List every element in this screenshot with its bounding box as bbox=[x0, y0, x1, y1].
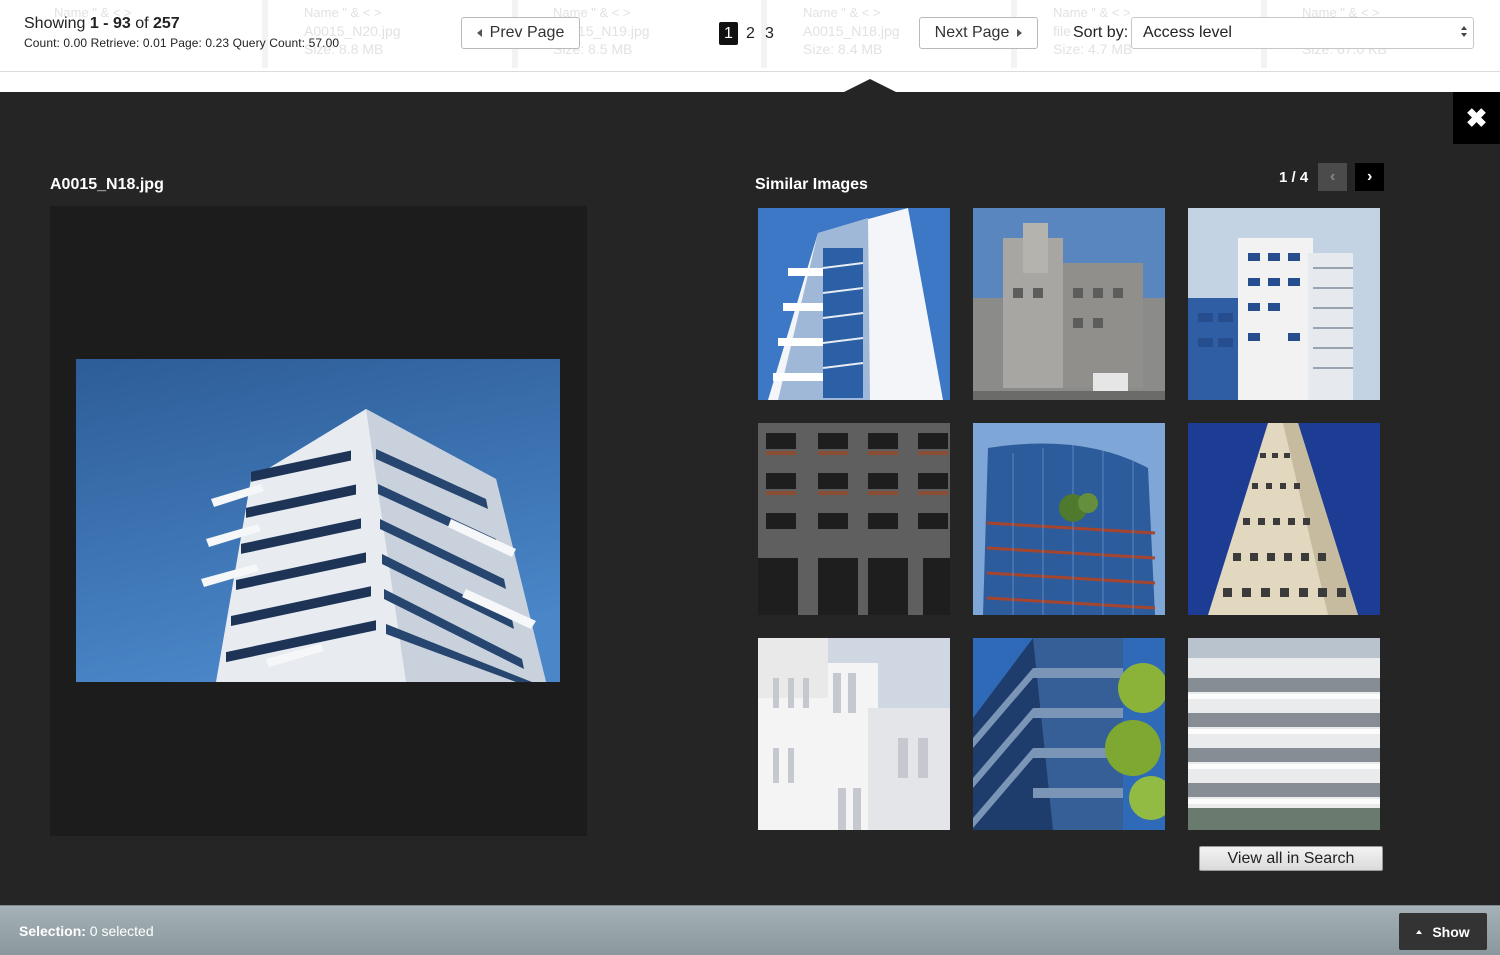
preview-frame bbox=[50, 206, 587, 836]
page-link-2[interactable]: 2 bbox=[744, 22, 757, 45]
page-link-3[interactable]: 3 bbox=[763, 22, 776, 45]
preview-pointer bbox=[844, 79, 896, 92]
query-stats: Count: 0.00 Retrieve: 0.01 Page: 0.23 Qu… bbox=[24, 36, 340, 50]
chevron-left-icon: ‹ bbox=[1330, 168, 1336, 185]
similar-image-thumb[interactable] bbox=[1188, 208, 1380, 400]
similar-image-thumb[interactable] bbox=[758, 423, 950, 615]
similar-image-thumb[interactable] bbox=[1188, 423, 1380, 615]
similar-page-indicator: 1 / 4 bbox=[1279, 168, 1309, 186]
caret-up-icon bbox=[1416, 929, 1423, 934]
similar-images-title: Similar Images bbox=[755, 176, 868, 193]
close-preview-button[interactable]: ✖ bbox=[1453, 92, 1500, 144]
preview-filename: A0015_N18.jpg bbox=[50, 176, 164, 193]
toolbar-gap bbox=[0, 72, 1500, 92]
close-icon: ✖ bbox=[1465, 102, 1488, 133]
chevron-right-icon: › bbox=[1367, 168, 1373, 185]
similar-image-thumb[interactable] bbox=[973, 208, 1165, 400]
caret-right-icon bbox=[1017, 29, 1023, 37]
prev-page-button[interactable]: Prev Page bbox=[461, 17, 580, 49]
results-toolbar: Name " & < > Name " & < > A0015_N20.jpg … bbox=[0, 0, 1500, 72]
view-all-in-search-button[interactable]: View all in Search bbox=[1199, 846, 1383, 871]
similar-image-thumb[interactable] bbox=[758, 208, 950, 400]
select-arrows-icon bbox=[1461, 26, 1467, 37]
next-page-button[interactable]: Next Page bbox=[919, 17, 1038, 49]
similar-images-grid bbox=[758, 208, 1382, 830]
page-link-1[interactable]: 1 bbox=[719, 22, 738, 45]
similar-prev-button[interactable]: ‹ bbox=[1318, 163, 1348, 191]
similar-image-thumb[interactable] bbox=[1188, 638, 1380, 830]
page-numbers: 1 2 3 bbox=[719, 22, 776, 45]
similar-next-button[interactable]: › bbox=[1355, 163, 1385, 191]
results-summary: Showing 1 - 93 of 257 Count: 0.00 Retrie… bbox=[24, 15, 339, 50]
sort-select[interactable]: Access level bbox=[1131, 17, 1474, 49]
preview-image[interactable] bbox=[76, 359, 560, 682]
show-selection-button[interactable]: Show bbox=[1399, 913, 1487, 950]
similar-image-thumb[interactable] bbox=[973, 638, 1165, 830]
selection-status: Selection: 0 selected bbox=[19, 923, 154, 939]
similar-image-thumb[interactable] bbox=[758, 638, 950, 830]
selection-bar: Selection: 0 selected Show bbox=[0, 905, 1500, 955]
sort-label: Sort by: bbox=[1073, 24, 1129, 41]
similar-pager: 1 / 4 ‹ › bbox=[1279, 163, 1385, 191]
caret-left-icon bbox=[476, 29, 482, 37]
similar-image-thumb[interactable] bbox=[973, 423, 1165, 615]
results-count: Showing 1 - 93 of 257 bbox=[24, 15, 180, 32]
image-preview-panel: ✖ A0015_N18.jpg Similar Images 1 / 4 ‹ ›… bbox=[0, 92, 1500, 905]
